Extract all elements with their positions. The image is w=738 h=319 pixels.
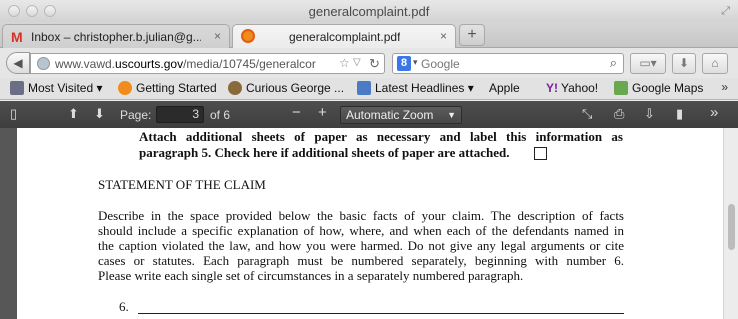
tab-gmail-inbox[interactable]: M Inbox – christopher.b.julian@g... ×: [2, 24, 230, 48]
window-titlebar: generalcomplaint.pdf ⤢: [0, 0, 738, 22]
search-input[interactable]: Google: [421, 57, 460, 71]
globe-icon: [37, 57, 50, 70]
page-count: of 6: [210, 108, 231, 122]
zoom-select[interactable]: Automatic Zoom ▼: [340, 106, 462, 124]
yahoo-icon: Y!: [546, 81, 558, 95]
instruction-line: Please write each single set of circumst…: [98, 268, 524, 283]
firefox-icon: [118, 81, 132, 95]
history-dropdown-icon[interactable]: ▽: [353, 57, 361, 68]
bookmark-curious-george[interactable]: Curious George ...: [228, 81, 344, 95]
additional-sheets-checkbox[interactable]: [534, 147, 547, 160]
tab-generalcomplaint[interactable]: generalcomplaint.pdf ×: [232, 24, 456, 49]
bookmark-most-visited[interactable]: Most Visited ▾: [10, 81, 103, 95]
search-bar[interactable]: 8 ▾ Google ⌕: [392, 53, 624, 74]
url-bar[interactable]: www.vawd.uscourts.gov/media/10745/genera…: [30, 53, 385, 74]
bookmark-apple[interactable]: Apple: [485, 81, 520, 95]
close-tab-icon[interactable]: ×: [214, 29, 221, 43]
tab-label: generalcomplaint.pdf: [289, 30, 401, 44]
next-page-icon[interactable]: ⬇: [94, 106, 105, 122]
bookmark-getting-started[interactable]: Getting Started: [118, 81, 217, 95]
navigation-toolbar: ◀ www.vawd.uscourts.gov/media/10745/gene…: [0, 48, 738, 78]
gmail-icon: M: [11, 29, 23, 45]
previous-page-icon[interactable]: ⬆: [68, 106, 79, 122]
bookmark-yahoo[interactable]: Y! Yahoo!: [546, 81, 598, 95]
close-tab-icon[interactable]: ×: [440, 29, 447, 43]
instruction-line: the caption violated the law, and how yo…: [98, 238, 624, 253]
download-button[interactable]: ⬇: [672, 53, 696, 74]
sidebar-toggle-icon[interactable]: ▯: [10, 106, 17, 122]
bookmark-google-maps[interactable]: Google Maps: [614, 81, 703, 95]
bookmarks-bar: Most Visited ▾ Getting Started Curious G…: [0, 78, 738, 100]
tab-strip: M Inbox – christopher.b.julian@g... × ge…: [0, 22, 738, 49]
attach-instruction-line1: Attach additional sheets of paper as nec…: [139, 129, 623, 144]
zoom-out-icon[interactable]: −: [292, 104, 301, 121]
fullscreen-icon[interactable]: ⤢: [721, 5, 730, 18]
print-icon[interactable]: ⎙: [614, 106, 624, 122]
attach-instruction-line2: paragraph 5. Check here if additional sh…: [139, 145, 510, 160]
download-icon[interactable]: ⇩: [644, 106, 655, 122]
instruction-line: cases or statutes. Each paragraph must b…: [98, 253, 624, 268]
search-engine-caret-icon[interactable]: ▾: [413, 57, 418, 68]
window-title: generalcomplaint.pdf: [308, 4, 430, 19]
section-heading: STATEMENT OF THE CLAIM: [98, 177, 266, 192]
most-visited-icon: [10, 81, 24, 95]
screen-toggle-button[interactable]: ▭▾: [630, 53, 666, 74]
chevron-down-icon: ▼: [447, 110, 456, 120]
zoom-in-icon[interactable]: +: [318, 104, 327, 121]
url-text[interactable]: www.vawd.uscourts.gov/media/10745/genera…: [55, 57, 333, 71]
paragraph-number: 6.: [119, 299, 129, 314]
pdf-viewer[interactable]: Attach additional sheets of paper as nec…: [0, 128, 738, 319]
bookmarks-overflow-button[interactable]: »: [721, 80, 728, 94]
page-label: Page:: [120, 108, 152, 122]
instruction-line: Describe in the space provided below the…: [98, 208, 624, 223]
maps-icon: [614, 81, 628, 95]
pdf-toolbar: ▯ ⬆ ⬇ Page: 3 of 6 − + Automatic Zoom ▼ ⤡…: [0, 101, 738, 128]
tab-label: Inbox – christopher.b.julian@g...: [31, 30, 201, 44]
reload-icon[interactable]: ↻: [369, 56, 380, 72]
new-tab-button[interactable]: +: [459, 24, 485, 46]
bookmark-icon[interactable]: ▮: [676, 106, 683, 122]
search-icon[interactable]: ⌕: [610, 55, 617, 71]
presentation-mode-icon[interactable]: ⤡: [582, 106, 592, 122]
page-number-input[interactable]: 3: [156, 106, 204, 123]
tools-icon[interactable]: »: [710, 104, 718, 121]
home-button[interactable]: ⌂: [702, 53, 728, 74]
answer-line[interactable]: [138, 313, 624, 314]
vertical-scrollbar[interactable]: [723, 128, 738, 319]
scrollbar-thumb[interactable]: [728, 204, 735, 250]
claim-instructions: Describe in the space provided below the…: [98, 208, 624, 283]
pdf-page: Attach additional sheets of paper as nec…: [17, 128, 723, 319]
bookmark-star-icon[interactable]: ☆: [339, 56, 350, 70]
bookmark-latest-headlines[interactable]: Latest Headlines ▾: [357, 81, 474, 95]
rss-icon: [357, 81, 371, 95]
google-icon[interactable]: 8: [397, 56, 411, 71]
instruction-line: should include a specific explanation of…: [98, 223, 624, 238]
george-icon: [228, 81, 242, 95]
back-button[interactable]: ◀: [6, 52, 30, 74]
firefox-icon: [241, 29, 255, 43]
